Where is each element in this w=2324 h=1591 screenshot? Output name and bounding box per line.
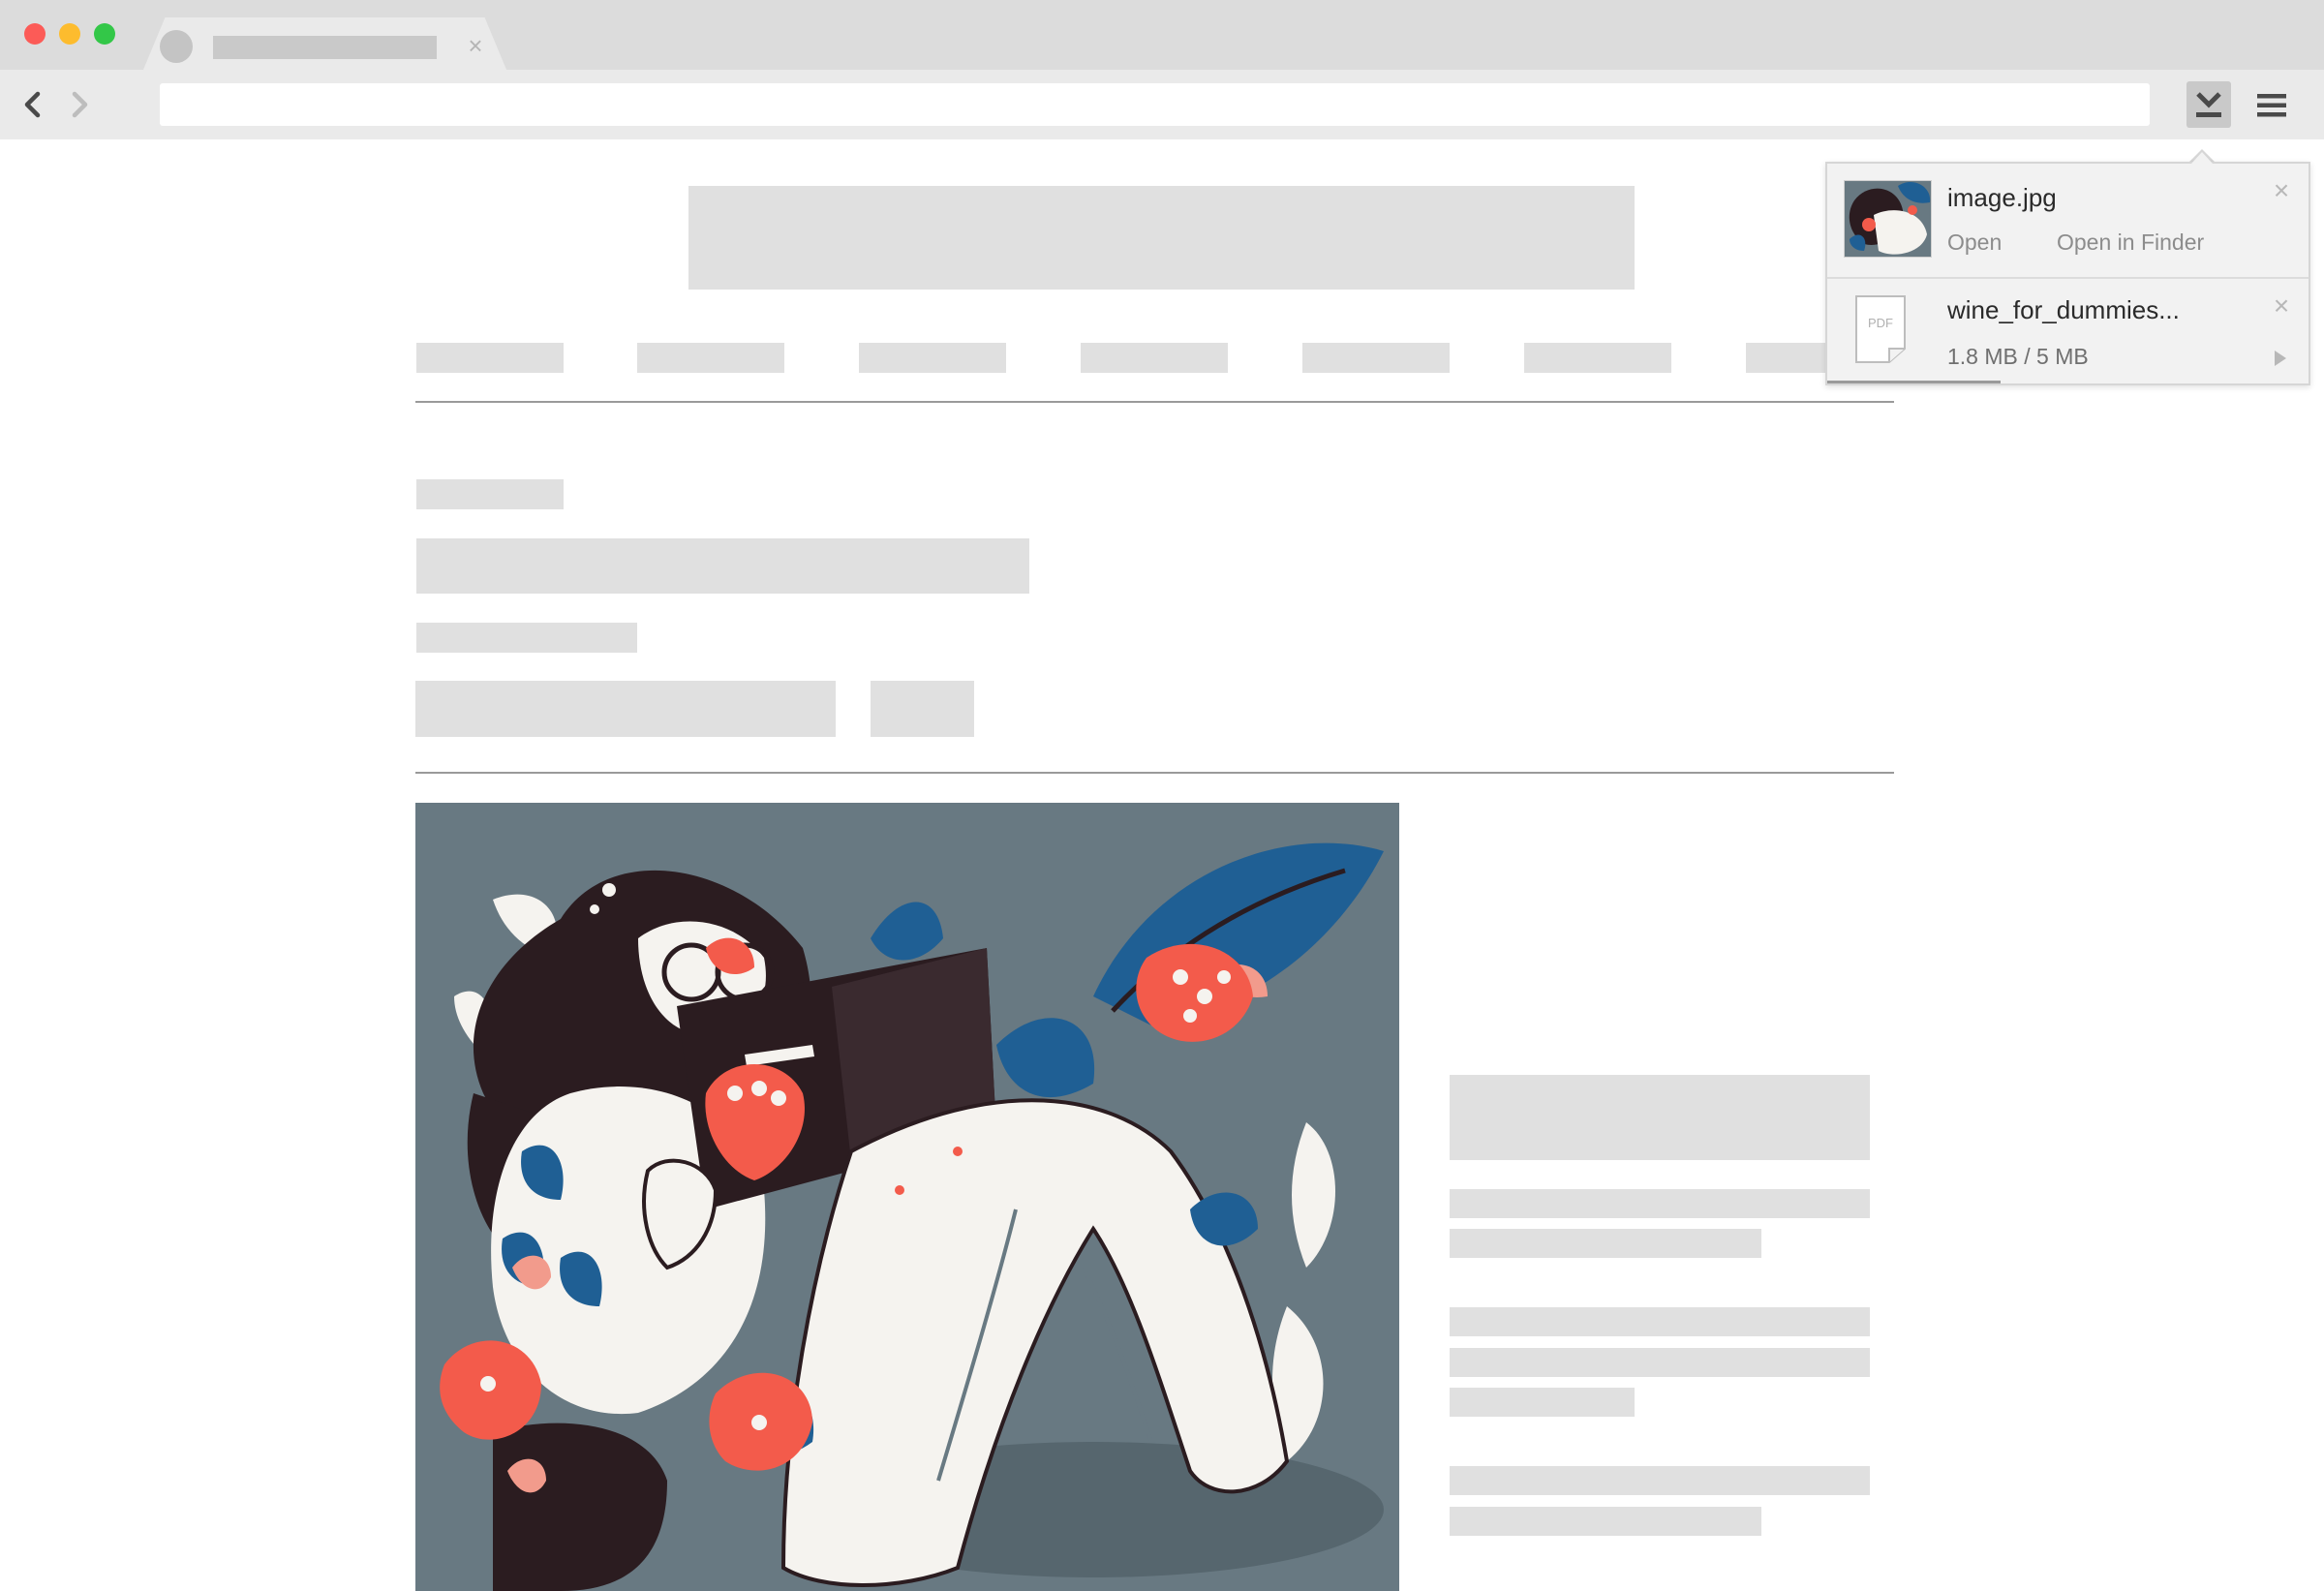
pdf-file-icon: PDF	[1854, 294, 1907, 364]
chevron-left-icon	[24, 91, 41, 118]
nav-link-placeholder[interactable]	[637, 343, 784, 373]
header-divider	[415, 772, 1894, 774]
sidebar-line-placeholder	[1450, 1229, 1761, 1258]
sidebar-line-placeholder	[1450, 1466, 1870, 1495]
download-progress-bar	[1827, 381, 2309, 383]
back-button[interactable]	[15, 87, 50, 122]
sidebar-line-placeholder	[1450, 1348, 1870, 1377]
menu-button[interactable]	[2256, 91, 2287, 120]
nav-link-placeholder[interactable]	[1302, 343, 1450, 373]
download-progress-fill	[1827, 381, 2001, 383]
window-minimize-button[interactable]	[59, 23, 80, 45]
tab-title-placeholder	[213, 36, 437, 59]
sidebar-line-placeholder	[1450, 1307, 1870, 1336]
nav-link-placeholder[interactable]	[1524, 343, 1671, 373]
hamburger-menu-icon	[2257, 94, 2286, 117]
forward-button[interactable]	[62, 87, 97, 122]
nav-link-placeholder[interactable]	[1081, 343, 1228, 373]
image-thumbnail-icon	[1849, 182, 1931, 255]
meta-button-placeholder[interactable]	[871, 681, 974, 737]
download-icon	[2196, 92, 2221, 117]
remove-download-icon[interactable]: ×	[2269, 177, 2294, 204]
tab-favicon	[160, 30, 193, 63]
downloads-button[interactable]	[2186, 81, 2231, 128]
pdf-label: PDF	[1868, 316, 1893, 330]
chevron-right-icon	[72, 91, 88, 118]
address-bar[interactable]	[160, 83, 2150, 126]
sidebar-line-placeholder	[1450, 1189, 1870, 1218]
headline-placeholder	[416, 538, 1029, 594]
page-banner-placeholder	[688, 186, 1635, 290]
tab-close-icon[interactable]: ×	[463, 33, 488, 58]
category-placeholder	[416, 479, 564, 509]
download-item[interactable]: image.jpg Open Open in Finder ×	[1827, 164, 2309, 275]
nav-link-placeholder[interactable]	[416, 343, 564, 373]
resume-arrow-icon[interactable]	[2275, 351, 2286, 366]
browser-window: × image.jpg Open Open in Finder × PDF wi…	[0, 0, 2324, 1591]
article-illustration	[415, 803, 1399, 1591]
window-maximize-button[interactable]	[94, 23, 115, 45]
meta-placeholder	[415, 681, 836, 737]
downloads-popup: image.jpg Open Open in Finder × PDF wine…	[1825, 162, 2310, 385]
downloads-popup-caret-fill	[2191, 152, 2213, 164]
nav-link-placeholder[interactable]	[859, 343, 1006, 373]
sidebar-line-placeholder	[1450, 1507, 1761, 1536]
nav-divider	[415, 401, 1894, 403]
download-progress-text: 1.8 MB / 5 MB	[1947, 344, 2089, 369]
download-item[interactable]: PDF wine_for_dummies... 1.8 MB / 5 MB ×	[1827, 277, 2309, 383]
sidebar-line-placeholder	[1450, 1388, 1635, 1417]
download-filename: image.jpg	[1947, 183, 2057, 212]
window-close-button[interactable]	[24, 23, 46, 45]
sidebar-title-placeholder	[1450, 1075, 1870, 1160]
open-in-finder-link[interactable]: Open in Finder	[2057, 229, 2204, 256]
open-link[interactable]: Open	[1947, 229, 2002, 256]
byline-placeholder	[416, 623, 637, 653]
cancel-download-icon[interactable]: ×	[2269, 292, 2294, 320]
woman-reading-illustration	[440, 842, 1384, 1591]
download-filename: wine_for_dummies...	[1947, 295, 2180, 324]
download-thumbnail	[1844, 180, 1932, 258]
